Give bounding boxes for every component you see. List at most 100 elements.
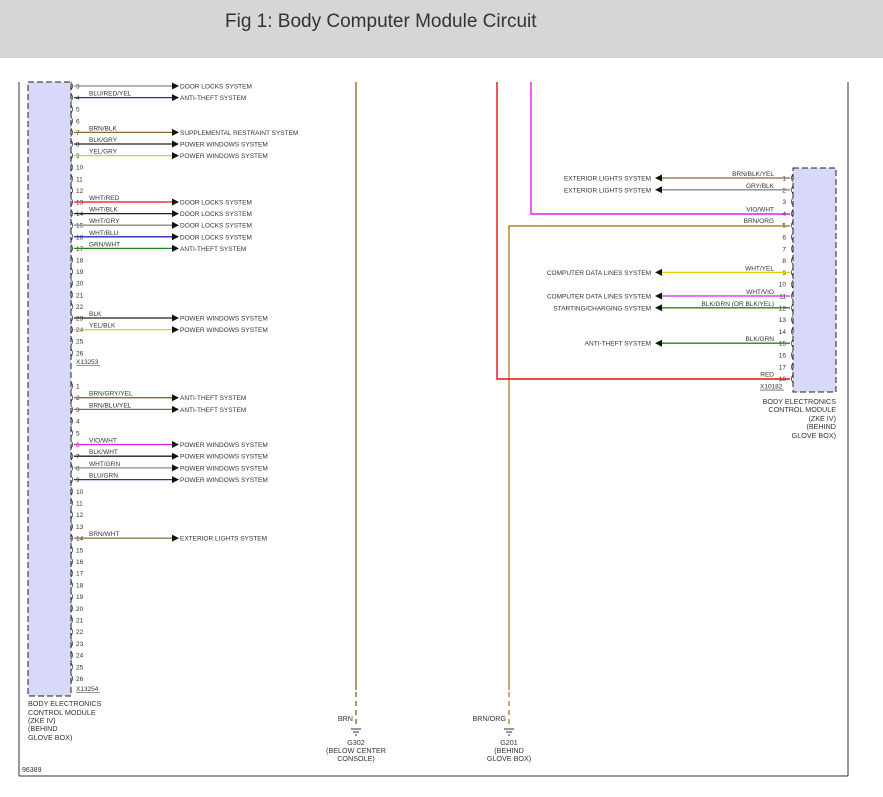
arrow-icon xyxy=(172,394,179,402)
pin-number: 7 xyxy=(76,454,80,461)
pin-number: 8 xyxy=(76,142,80,149)
system-label: STARTING/CHARGING SYSTEM xyxy=(553,305,651,312)
system-label: DOOR LOCKS SYSTEM xyxy=(180,223,252,230)
wire-color-label: GRN/WHT xyxy=(89,241,120,248)
system-label: ANTI-THEFT SYSTEM xyxy=(585,341,651,348)
wire-color-label: BLK xyxy=(89,311,102,318)
pin-number: 25 xyxy=(76,339,84,346)
wire-color-label: BLK/GRN xyxy=(745,336,774,343)
arrow-icon xyxy=(172,244,179,252)
system-label: DOOR LOCKS SYSTEM xyxy=(180,211,252,218)
pin-number: 7 xyxy=(76,130,80,137)
system-label: ANTI-THEFT SYSTEM xyxy=(180,407,246,414)
pin-number: 15 xyxy=(76,547,84,554)
pin-number: 26 xyxy=(76,676,84,683)
ground-symbol-icon xyxy=(504,728,514,736)
system-label: POWER WINDOWS SYSTEM xyxy=(180,316,268,323)
wire-color-label: BLU/GRN xyxy=(89,473,118,480)
connector-x13253: 3 DOOR LOCKS SYSTEM 4 BLU/RED/YEL ANTI-THEFT… xyxy=(70,81,298,366)
pin-number: 18 xyxy=(76,258,84,265)
g302-label-3: CONSOLE) xyxy=(337,754,375,763)
arrow-icon xyxy=(172,210,179,218)
system-label: EXTERIOR LIGHTS SYSTEM xyxy=(564,176,651,183)
pin-number: 16 xyxy=(76,559,84,566)
pin-number: 16 xyxy=(779,353,787,360)
pin-number: 18 xyxy=(76,582,84,589)
arrow-icon xyxy=(172,326,179,334)
pin-number: 8 xyxy=(76,465,80,472)
brn-org-wire-run xyxy=(508,225,790,230)
arrow-icon xyxy=(172,140,179,148)
pin-number: 21 xyxy=(76,292,84,299)
wire-color-label: BRN/BLK/YEL xyxy=(732,171,774,178)
pin-number: 12 xyxy=(76,512,84,519)
g302-wire-color: BRN xyxy=(338,714,353,723)
pin-number: 2 xyxy=(782,187,786,194)
pin-number: 2 xyxy=(76,395,80,402)
pin-number: 25 xyxy=(76,664,84,671)
wire-color-label: BRN/BLK xyxy=(89,125,117,132)
pin-number: 6 xyxy=(76,442,80,449)
pin-number: 26 xyxy=(76,350,84,357)
pin-number: 19 xyxy=(76,594,84,601)
system-label: COMPUTER DATA LINES SYSTEM xyxy=(547,270,651,277)
pin-number: 24 xyxy=(76,327,84,334)
wire-color-label: BLK/WHT xyxy=(89,449,118,456)
arrow-icon xyxy=(172,441,179,448)
wire-color-label: WHT/YEL xyxy=(745,265,774,272)
arrow-icon xyxy=(172,221,179,229)
left-module-label-1: BODY ELECTRONICS xyxy=(28,699,102,708)
wire-color-label: BLK/GRY xyxy=(89,137,118,144)
wire-color-label: BRN/GRY/YEL xyxy=(89,391,133,398)
connector-label: X13253 xyxy=(76,359,99,366)
arrow-icon xyxy=(172,152,179,160)
arrow-icon xyxy=(655,174,662,182)
pin-number: 7 xyxy=(782,246,786,253)
pin-number: 3 xyxy=(782,199,786,206)
pin-number: 1 xyxy=(76,384,80,391)
system-label: DOOR LOCKS SYSTEM xyxy=(180,200,252,207)
wire-color-label: BLK/GRN (OR BLK/YEL) xyxy=(701,301,774,308)
arrow-icon xyxy=(655,292,662,300)
system-label: POWER WINDOWS SYSTEM xyxy=(180,153,268,160)
system-label: POWER WINDOWS SYSTEM xyxy=(180,465,268,472)
pin-number: 20 xyxy=(76,281,84,288)
system-label: POWER WINDOWS SYSTEM xyxy=(180,442,268,449)
system-label: SUPPLEMENTAL RESTRAINT SYSTEM xyxy=(180,130,298,137)
pin-number: 17 xyxy=(76,246,84,253)
wire-color-label: VIO/WHT xyxy=(89,438,117,445)
wire-color-label: BRN/BLU/YEL xyxy=(89,402,132,409)
pin-number: 20 xyxy=(76,606,84,613)
arrow-icon xyxy=(172,452,179,460)
red-wire-run xyxy=(496,82,790,380)
connector-label: X10182 xyxy=(760,384,783,391)
ground-symbol-icon xyxy=(351,728,361,736)
pin-number: 3 xyxy=(76,84,80,91)
g201-wire-color: BRN/ORG xyxy=(472,714,506,723)
arrow-icon xyxy=(172,314,179,322)
arrow-icon xyxy=(172,405,179,413)
right-module-label-5: GLOVE BOX) xyxy=(792,431,836,440)
system-label: POWER WINDOWS SYSTEM xyxy=(180,327,268,334)
left-module-label-4: (BEHIND xyxy=(28,724,58,733)
pin-number: 4 xyxy=(76,419,80,426)
pin-number: 6 xyxy=(76,118,80,125)
pin-number: 21 xyxy=(76,618,84,625)
pin-number: 4 xyxy=(76,95,80,102)
pin-number: 14 xyxy=(779,329,787,336)
arrow-icon xyxy=(172,534,179,542)
wire-color-label: WHT/BLU xyxy=(89,230,119,237)
pin-number: 9 xyxy=(76,477,80,484)
pin-number: 22 xyxy=(76,304,84,311)
pin-number: 15 xyxy=(76,223,84,230)
pin-number: 17 xyxy=(76,571,84,578)
arrow-icon xyxy=(172,233,179,241)
pin-number: 1 xyxy=(782,176,786,183)
connector-x13254: 12BRN/GRY/YELANTI-THEFT SYSTEM3BRN/BLU/Y… xyxy=(70,381,268,693)
pin-number: 5 xyxy=(76,107,80,114)
pin-number: 23 xyxy=(76,316,84,323)
pin-number: 14 xyxy=(76,536,84,543)
system-label: EXTERIOR LIGHTS SYSTEM xyxy=(564,187,651,194)
pin-number: 10 xyxy=(76,165,84,172)
arrow-icon xyxy=(655,268,662,276)
